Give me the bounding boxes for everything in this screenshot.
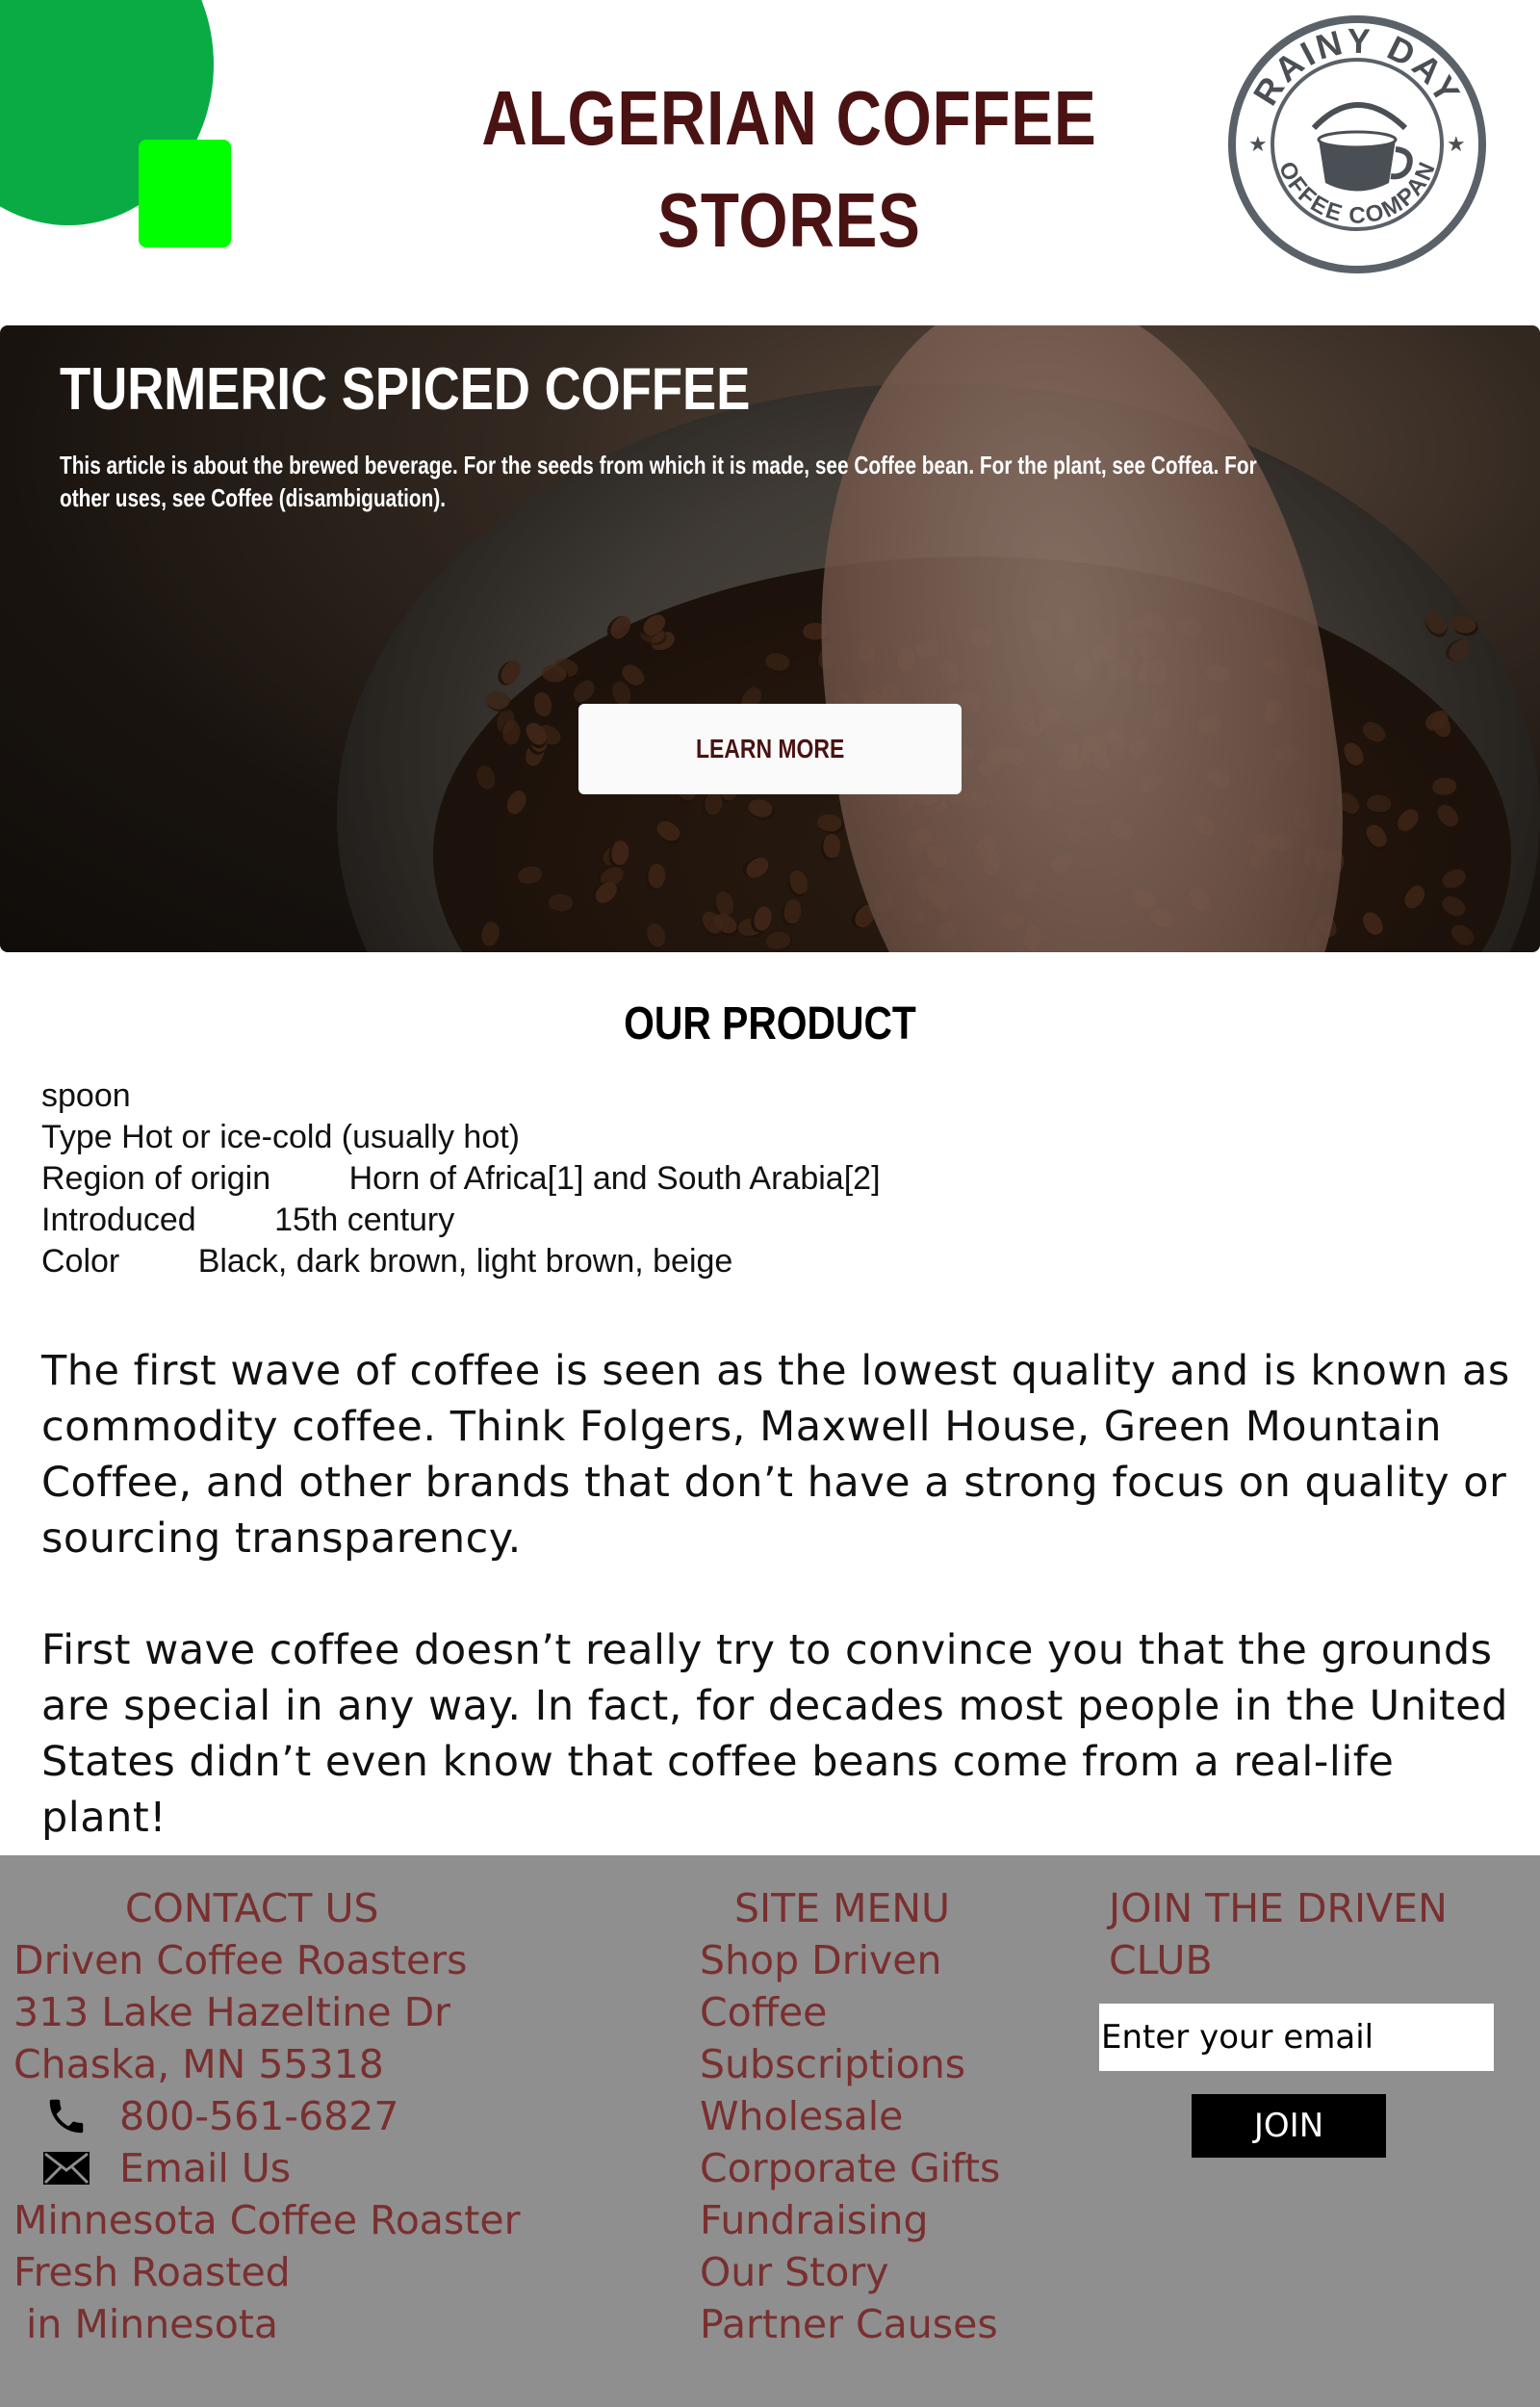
join-heading: JOIN THE DRIVEN (1109, 1885, 1448, 1931)
join-heading: CLUB (1109, 1937, 1213, 1983)
paragraph: First wave coffee doesn’t really try to … (41, 1626, 1508, 1842)
decorative-green-square (139, 140, 231, 247)
spec-value: Black, dark brown, light brown, beige (197, 1243, 733, 1280)
svg-text:★: ★ (1447, 133, 1466, 157)
spec-intro: spoon (41, 1077, 131, 1114)
hero-title: TURMERIC SPICED COFFEE (60, 356, 751, 423)
city-address: Chaska, MN 55318 (13, 2041, 384, 2087)
svg-text:★: ★ (1248, 133, 1268, 157)
company-name: Driven Coffee Roasters (13, 1937, 468, 1983)
product-heading: OUR PRODUCT (624, 998, 916, 1049)
phone-icon (13, 2094, 119, 2138)
menu-item-coffee[interactable]: Coffee (700, 1986, 1104, 2038)
learn-more-button-label: LEARN MORE (695, 734, 845, 764)
spec-key: Type (41, 1119, 113, 1155)
spec-row-type: Type Hot or ice-cold (usually hot) (41, 1117, 881, 1158)
tagline: in Minnesota (13, 2301, 279, 2347)
email-link[interactable]: Email Us (13, 2142, 629, 2194)
menu-item-partner-causes[interactable]: Partner Causes (700, 2298, 1104, 2350)
join-club-column: JOIN THE DRIVEN CLUB (1109, 1882, 1513, 1986)
menu-item-wholesale[interactable]: Wholesale (700, 2090, 1104, 2142)
product-description: The first wave of coffee is seen as the … (41, 1343, 1514, 1846)
spec-row-color: Color Black, dark brown, light brown, be… (41, 1241, 881, 1282)
menu-item-shop-driven[interactable]: Shop Driven (700, 1934, 1104, 1986)
site-menu-heading: SITE MENU (734, 1885, 951, 1931)
spec-value: Hot or ice-cold (usually hot) (121, 1119, 520, 1155)
email-label: Email Us (119, 2145, 292, 2191)
envelope-icon (13, 2151, 119, 2186)
spec-value: Horn of Africa[1] and South Arabia[2] (348, 1160, 881, 1197)
spec-key: Color (41, 1243, 120, 1280)
street-address: 313 Lake Hazeltine Dr (13, 1989, 451, 2035)
email-input[interactable] (1099, 2004, 1494, 2071)
tagline: Fresh Roasted (13, 2249, 291, 2295)
spec-key: Introduced (41, 1202, 196, 1238)
spec-key: Region of origin (41, 1160, 271, 1197)
product-specs: spoon Type Hot or ice-cold (usually hot)… (41, 1075, 881, 1282)
learn-more-button[interactable]: LEARN MORE (578, 704, 962, 794)
phone-number: 800-561-6827 (119, 2093, 399, 2139)
hero-description: This article is about the brewed beverag… (60, 451, 1257, 512)
hero-banner: TURMERIC SPICED COFFEE This article is a… (0, 325, 1540, 952)
contact-heading: CONTACT US (125, 1885, 379, 1931)
spec-value: 15th century (274, 1202, 455, 1238)
menu-item-fundraising[interactable]: Fundraising (700, 2194, 1104, 2246)
menu-item-corporate-gifts[interactable]: Corporate Gifts (700, 2142, 1104, 2194)
tagline: Minnesota Coffee Roaster (13, 2197, 521, 2243)
site-menu: SITE MENU Shop Driven Coffee Subscriptio… (700, 1882, 1104, 2350)
contact-column: CONTACT US Driven Coffee Roasters 313 La… (13, 1882, 629, 2350)
paragraph: The first wave of coffee is seen as the … (41, 1347, 1510, 1563)
phone-link[interactable]: 800-561-6827 (13, 2090, 629, 2142)
menu-item-subscriptions[interactable]: Subscriptions (700, 2038, 1104, 2090)
spec-row-introduced: Introduced 15th century (41, 1200, 881, 1241)
coffee-cup-logo-icon[interactable]: RAINY DAY COFFEE COMPANY ★ ★ (1227, 14, 1487, 274)
spec-row-region: Region of origin Horn of Africa[1] and S… (41, 1158, 881, 1200)
join-button[interactable]: JOIN (1192, 2094, 1386, 2158)
site-title: ALGERIAN COFFEE STORES (481, 75, 1097, 263)
menu-item-our-story[interactable]: Our Story (700, 2246, 1104, 2298)
